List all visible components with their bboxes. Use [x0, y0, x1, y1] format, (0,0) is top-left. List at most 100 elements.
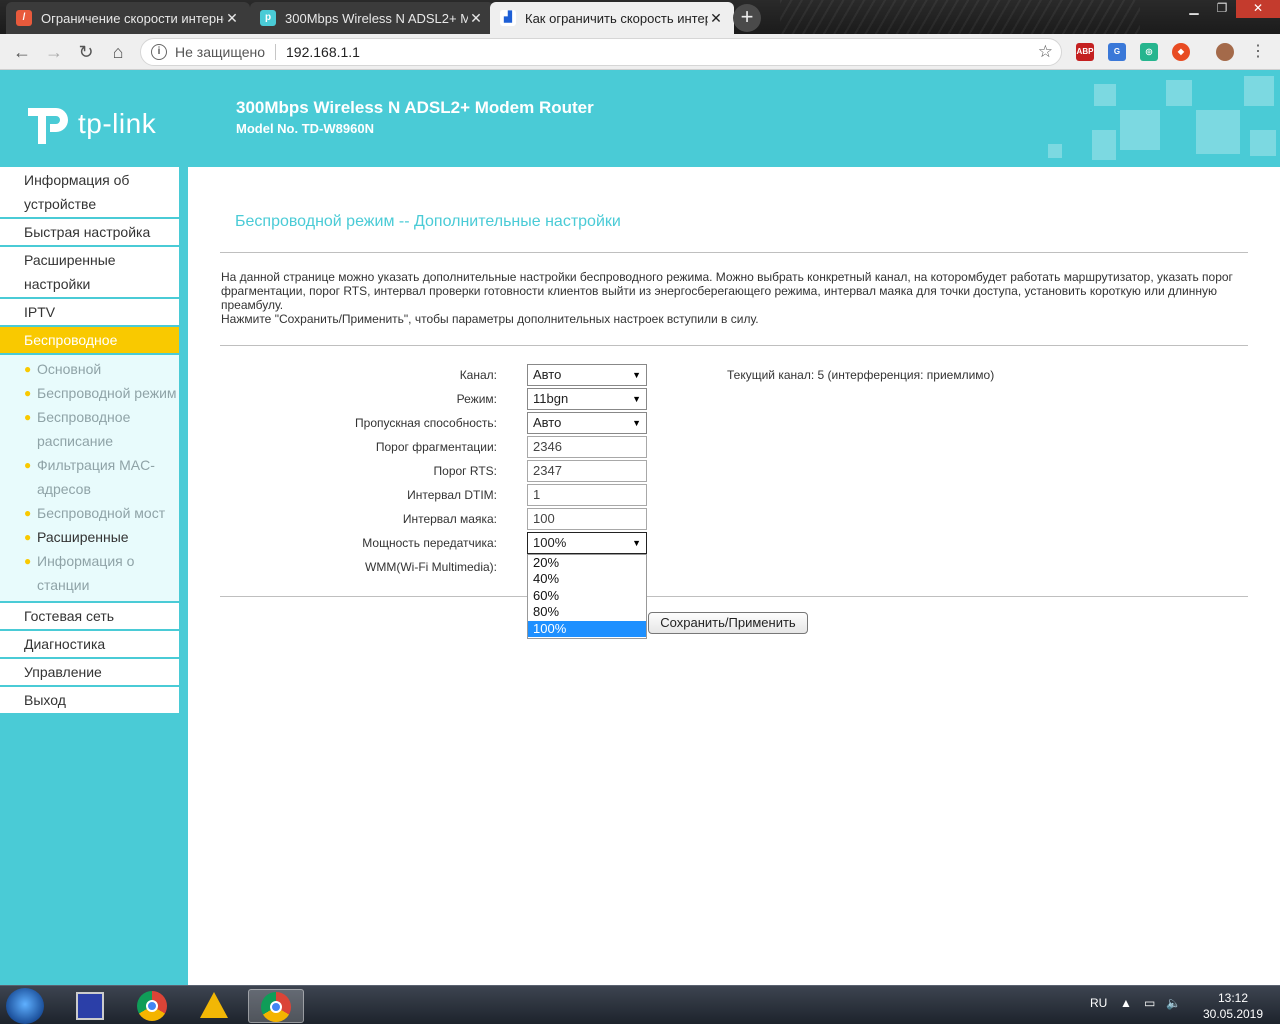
taskbar-app-chrome[interactable] — [124, 989, 180, 1023]
bullet-icon: ● — [24, 458, 32, 472]
tab-title: Как ограничить скорость интер — [525, 10, 708, 26]
url-text[interactable]: 192.168.1.1 — [286, 44, 360, 60]
taskbar-app-aimp[interactable] — [186, 989, 242, 1023]
sidebar-item-wireless[interactable]: Беспроводное — [0, 327, 179, 355]
document-icon: / — [16, 10, 32, 26]
sidebar-item-iptv[interactable]: IPTV — [0, 299, 179, 327]
decoration — [1244, 76, 1274, 106]
start-button[interactable] — [6, 988, 44, 1024]
sidebar-subitem-schedule[interactable]: ● Беспроводное расписание — [0, 405, 179, 453]
tab-1[interactable]: / Ограничение скорости интерне ✕ — [6, 2, 250, 34]
sidebar-item-device-info[interactable]: Информация об устройстве — [0, 167, 179, 219]
reload-icon[interactable]: ↻ — [74, 40, 98, 64]
wmm-label: WMM(Wi-Fi Multimedia): — [365, 560, 497, 574]
fragmentation-input[interactable]: 2346 — [527, 436, 647, 458]
subitem-label: Фильтрация MAC-адресов — [37, 457, 155, 497]
sidebar-subitem-mac-filter[interactable]: ● Фильтрация MAC-адресов — [0, 453, 179, 501]
description-hint: Нажмите "Сохранить/Применить", чтобы пар… — [221, 312, 759, 326]
decoration — [1120, 110, 1160, 150]
tx-power-option[interactable]: 60% — [528, 588, 646, 604]
tx-power-option-selected[interactable]: 100% — [528, 620, 646, 638]
divider — [275, 44, 276, 60]
main-content: Беспроводной режим -- Дополнительные нас… — [188, 167, 1280, 985]
tx-power-select[interactable]: 100% ▼ — [527, 532, 647, 554]
page-description: На данной странице можно указать дополни… — [221, 270, 1241, 326]
router-model: Model No. TD-W8960N — [236, 121, 374, 136]
taskbar-app-save[interactable] — [62, 989, 118, 1023]
show-hidden-icons-icon[interactable]: ▲ — [1120, 996, 1132, 1010]
tplink-logo-icon — [28, 108, 68, 144]
bandwidth-value: Авто — [533, 415, 562, 430]
new-tab-button[interactable]: + — [733, 4, 761, 32]
logo-text: tp-link — [78, 108, 157, 139]
taskbar-app-chrome-active[interactable] — [248, 989, 304, 1023]
home-icon[interactable]: ⌂ — [106, 40, 130, 64]
page-title: Беспроводной режим -- Дополнительные нас… — [235, 213, 621, 230]
beacon-input[interactable]: 100 — [527, 508, 647, 530]
tab-title: 300Mbps Wireless N ADSL2+ Mo — [285, 10, 468, 26]
close-icon[interactable]: ✕ — [468, 10, 484, 27]
network-icon[interactable]: ▭ — [1144, 996, 1155, 1010]
tx-power-option[interactable]: 20% — [528, 555, 646, 571]
forward-icon[interactable]: → — [42, 40, 66, 64]
adblock-extension-icon[interactable]: ABP — [1076, 43, 1094, 61]
tplink-logo: tp-link — [24, 100, 156, 148]
tplink-icon: p — [260, 10, 276, 26]
sidebar-item-diagnostics[interactable]: Диагностика — [0, 631, 179, 659]
decoration — [1048, 144, 1062, 158]
volume-icon[interactable]: 🔈 — [1166, 996, 1181, 1010]
dtim-input[interactable]: 1 — [527, 484, 647, 506]
dropdown-arrow-icon: ▼ — [632, 370, 641, 380]
window-close-button[interactable]: ✕ — [1236, 0, 1280, 18]
minimize-button[interactable]: ▁ — [1180, 0, 1208, 18]
channel-select[interactable]: Авто ▼ — [527, 364, 647, 386]
chrome-center — [146, 1000, 158, 1012]
menu-dots-icon[interactable]: ⋮ — [1246, 40, 1270, 64]
close-icon[interactable]: ✕ — [708, 10, 724, 27]
router-title: 300Mbps Wireless N ADSL2+ Modem Router — [236, 98, 594, 117]
rts-label: Порог RTS: — [433, 464, 497, 478]
tab-2[interactable]: p 300Mbps Wireless N ADSL2+ Mo ✕ — [250, 2, 494, 34]
extension-icon[interactable]: ◎ — [1140, 43, 1158, 61]
address-bar[interactable]: i Не защищено 192.168.1.1 ☆ — [140, 38, 1062, 66]
router-icon: ▟ — [500, 10, 516, 26]
sidebar-item-logout[interactable]: Выход — [0, 687, 179, 715]
tabbar-background-art — [780, 0, 1140, 34]
close-icon[interactable]: ✕ — [224, 10, 240, 27]
chrome-icon — [137, 991, 167, 1021]
description-text: На данной странице можно указать дополни… — [221, 270, 1233, 312]
language-indicator[interactable]: RU — [1090, 996, 1107, 1010]
save-apply-button[interactable]: Сохранить/Применить — [648, 612, 808, 634]
maximize-button[interactable]: ❐ — [1208, 0, 1236, 18]
shield-extension-icon[interactable]: ◆ — [1172, 43, 1190, 61]
info-icon[interactable]: i — [151, 44, 167, 60]
translate-extension-icon[interactable]: G — [1108, 43, 1126, 61]
subitem-label: Беспроводной режим — [37, 385, 177, 401]
sidebar-item-quick-setup[interactable]: Быстрая настройка — [0, 219, 179, 247]
sidebar-item-advanced-setup[interactable]: Расширенные настройки — [0, 247, 179, 299]
back-icon[interactable]: ← — [10, 40, 34, 64]
sidebar-subitem-bridge[interactable]: ● Беспроводной мост — [0, 501, 179, 525]
bandwidth-label: Пропускная способность: — [355, 416, 497, 430]
clock[interactable]: 13:12 30.05.2019 — [1198, 990, 1268, 1022]
tx-power-option[interactable]: 40% — [528, 571, 646, 587]
dropdown-arrow-icon: ▼ — [632, 394, 641, 404]
sidebar-subitem-basic[interactable]: ● Основной — [0, 357, 179, 381]
bandwidth-select[interactable]: Авто ▼ — [527, 412, 647, 434]
tx-power-dropdown-list: 20% 40% 60% 80% 100% — [527, 554, 647, 639]
mode-select[interactable]: 11bgn ▼ — [527, 388, 647, 410]
sidebar-subitem-station-info[interactable]: ● Информация о станции — [0, 549, 179, 597]
taskbar: RU ▲ ▭ 🔈 13:12 30.05.2019 — [0, 985, 1280, 1024]
rts-input[interactable]: 2347 — [527, 460, 647, 482]
tab-3[interactable]: ▟ Как ограничить скорость интер ✕ — [490, 2, 734, 34]
mode-value: 11bgn — [533, 391, 569, 406]
sidebar-subitem-wireless-mode[interactable]: ● Беспроводной режим — [0, 381, 179, 405]
sidebar-item-management[interactable]: Управление — [0, 659, 179, 687]
bookmark-star-icon[interactable]: ☆ — [1038, 42, 1053, 62]
profile-avatar[interactable] — [1216, 43, 1234, 61]
tx-power-option[interactable]: 80% — [528, 604, 646, 620]
dropdown-arrow-icon: ▼ — [632, 418, 641, 428]
sidebar-subitem-advanced[interactable]: ● Расширенные — [0, 525, 179, 549]
sidebar-item-guest-network[interactable]: Гостевая сеть — [0, 603, 179, 631]
decoration — [1094, 84, 1116, 106]
